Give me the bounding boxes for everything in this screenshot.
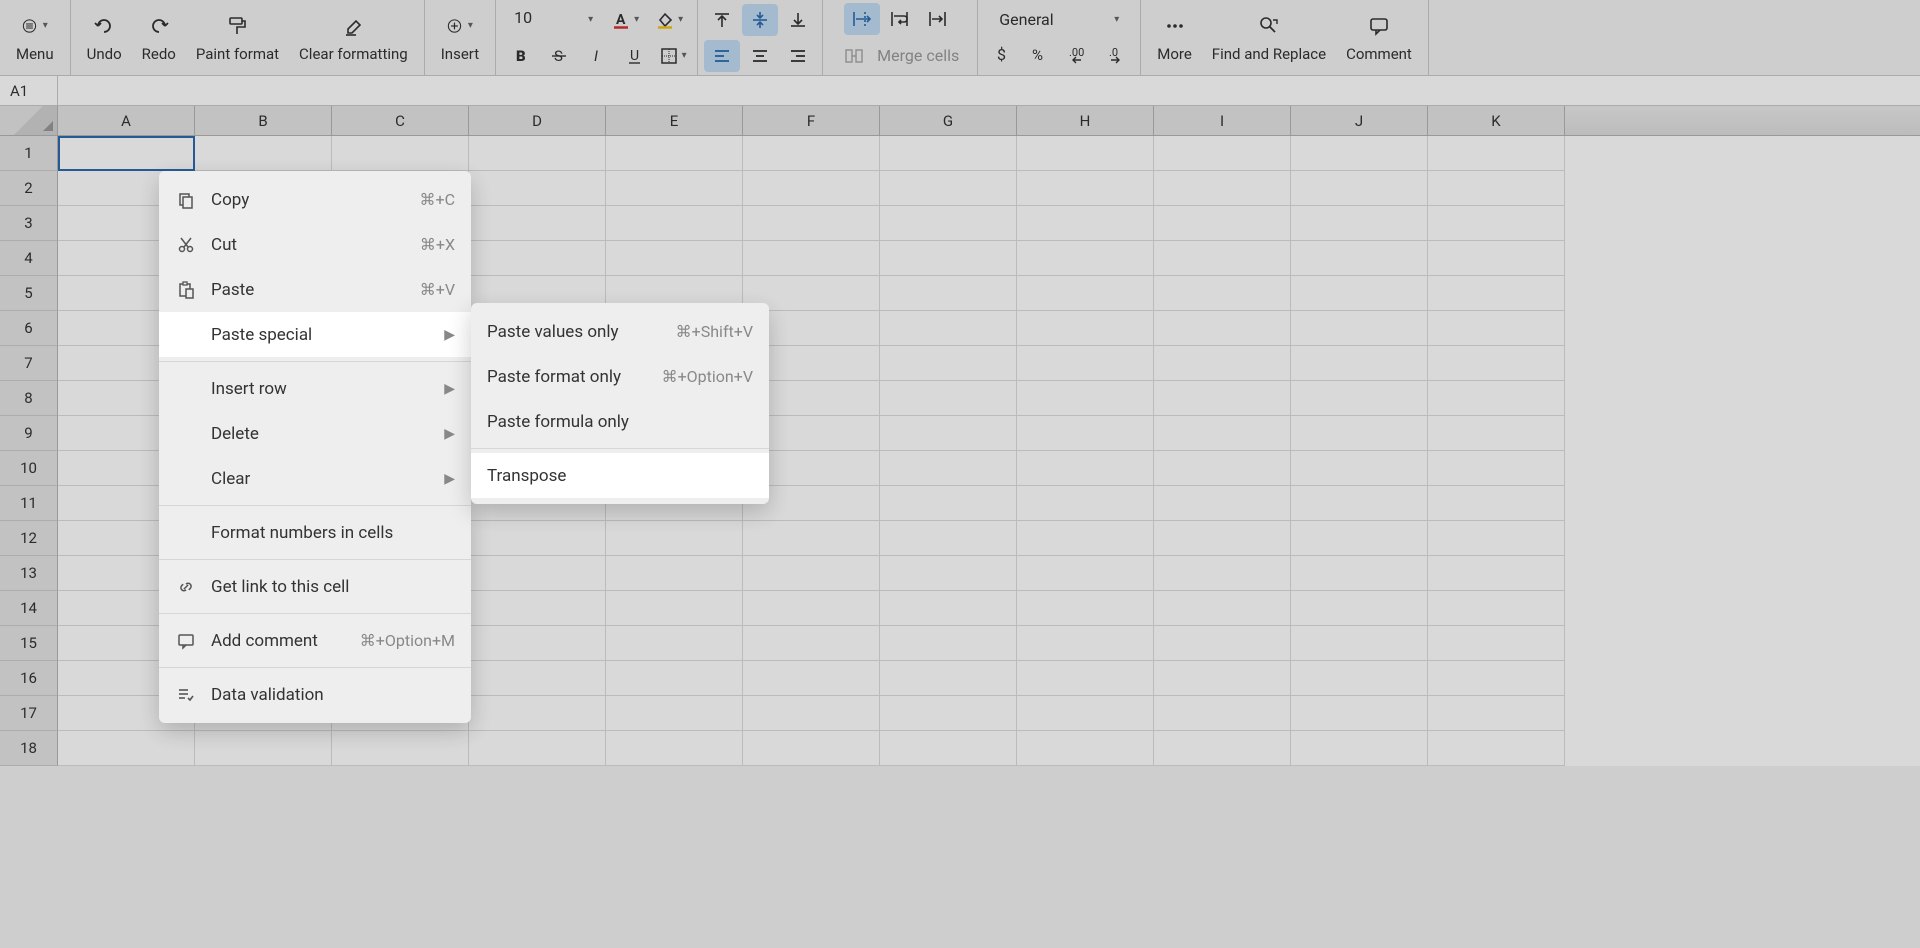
chevron-right-icon: ▶ bbox=[444, 471, 455, 487]
menu-item-paste[interactable]: Paste ⌘+V bbox=[159, 267, 471, 312]
menu-item-label: Copy bbox=[211, 190, 406, 210]
menu-item-insert-row[interactable]: Insert row ▶ bbox=[159, 366, 471, 411]
comment-icon bbox=[175, 630, 197, 652]
menu-item-label: Transpose bbox=[487, 466, 753, 486]
menu-item-shortcut: ⌘+Shift+V bbox=[676, 322, 753, 341]
menu-item-copy[interactable]: Copy ⌘+C bbox=[159, 177, 471, 222]
menu-separator bbox=[159, 559, 471, 560]
blank-icon bbox=[175, 522, 197, 544]
link-icon bbox=[175, 576, 197, 598]
blank-icon bbox=[175, 378, 197, 400]
menu-item-transpose[interactable]: Transpose bbox=[471, 453, 769, 498]
menu-item-label: Delete bbox=[211, 424, 430, 444]
modal-overlay[interactable]: Copy ⌘+C Cut ⌘+X Paste ⌘+V Paste special… bbox=[0, 0, 1920, 948]
context-menu: Copy ⌘+C Cut ⌘+X Paste ⌘+V Paste special… bbox=[159, 171, 471, 723]
menu-item-shortcut: ⌘+C bbox=[420, 190, 456, 209]
menu-item-label: Get link to this cell bbox=[211, 577, 455, 597]
menu-item-label: Cut bbox=[211, 235, 406, 255]
menu-item-get-link[interactable]: Get link to this cell bbox=[159, 564, 471, 609]
paste-icon bbox=[175, 279, 197, 301]
menu-item-paste-format[interactable]: Paste format only ⌘+Option+V bbox=[471, 354, 769, 399]
paste-special-submenu: Paste values only ⌘+Shift+V Paste format… bbox=[471, 303, 769, 504]
menu-item-format-numbers[interactable]: Format numbers in cells bbox=[159, 510, 471, 555]
menu-separator bbox=[159, 667, 471, 668]
chevron-right-icon: ▶ bbox=[444, 381, 455, 397]
menu-item-shortcut: ⌘+V bbox=[420, 280, 455, 299]
menu-item-label: Paste bbox=[211, 280, 406, 300]
menu-item-shortcut: ⌘+Option+M bbox=[360, 631, 455, 650]
menu-item-add-comment[interactable]: Add comment ⌘+Option+M bbox=[159, 618, 471, 663]
menu-item-label: Paste special bbox=[211, 325, 430, 345]
menu-separator bbox=[159, 361, 471, 362]
chevron-right-icon: ▶ bbox=[444, 327, 455, 343]
menu-item-clear[interactable]: Clear ▶ bbox=[159, 456, 471, 501]
blank-icon bbox=[175, 423, 197, 445]
menu-separator bbox=[159, 505, 471, 506]
menu-item-label: Data validation bbox=[211, 685, 455, 705]
menu-item-paste-special[interactable]: Paste special ▶ bbox=[159, 312, 471, 357]
menu-item-label: Paste values only bbox=[487, 322, 662, 342]
menu-item-label: Add comment bbox=[211, 631, 346, 651]
menu-item-label: Format numbers in cells bbox=[211, 523, 455, 543]
blank-icon bbox=[175, 324, 197, 346]
menu-item-delete[interactable]: Delete ▶ bbox=[159, 411, 471, 456]
menu-item-label: Insert row bbox=[211, 379, 430, 399]
menu-item-label: Paste format only bbox=[487, 367, 648, 387]
menu-item-paste-values[interactable]: Paste values only ⌘+Shift+V bbox=[471, 309, 769, 354]
menu-item-cut[interactable]: Cut ⌘+X bbox=[159, 222, 471, 267]
menu-item-shortcut: ⌘+Option+V bbox=[662, 367, 753, 386]
menu-item-paste-formula[interactable]: Paste formula only bbox=[471, 399, 769, 444]
blank-icon bbox=[175, 468, 197, 490]
menu-separator bbox=[471, 448, 769, 449]
copy-icon bbox=[175, 189, 197, 211]
menu-item-label: Clear bbox=[211, 469, 430, 489]
cut-icon bbox=[175, 234, 197, 256]
data-validation-icon bbox=[175, 684, 197, 706]
menu-item-shortcut: ⌘+X bbox=[420, 235, 455, 254]
menu-separator bbox=[159, 613, 471, 614]
menu-item-label: Paste formula only bbox=[487, 412, 753, 432]
chevron-right-icon: ▶ bbox=[444, 426, 455, 442]
menu-item-data-validation[interactable]: Data validation bbox=[159, 672, 471, 717]
